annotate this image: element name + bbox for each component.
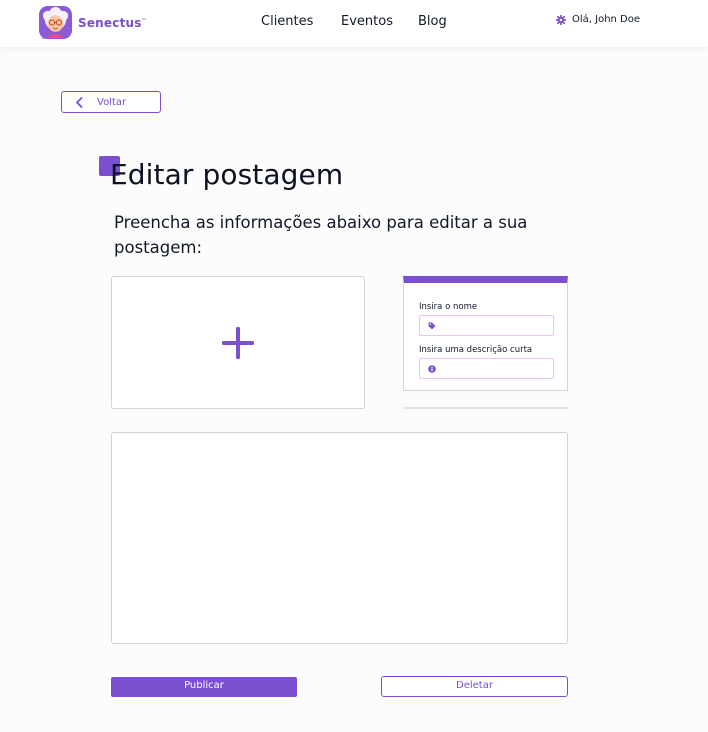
tag-icon <box>428 322 436 329</box>
back-button[interactable]: Voltar <box>61 91 161 113</box>
nav-link-blog[interactable]: Blog <box>418 14 447 29</box>
brand-logo[interactable]: Senectus™ <box>38 5 147 40</box>
elderly-woman-avatar-icon <box>38 5 73 40</box>
navbar: Senectus™ Clientes Eventos Blog Olá, Joh… <box>0 0 708 47</box>
name-input[interactable] <box>442 320 542 331</box>
description-field[interactable] <box>419 358 554 379</box>
page-title: Editar postagem <box>110 158 344 191</box>
name-field[interactable] <box>419 315 554 336</box>
post-content-textarea[interactable] <box>111 432 568 644</box>
card-divider <box>403 407 568 409</box>
post-info-card: Insira o nome Insira uma descrição curta <box>403 276 568 391</box>
info-icon <box>428 364 436 373</box>
nav-link-clientes[interactable]: Clientes <box>261 14 313 29</box>
plus-icon <box>222 326 254 359</box>
gear-icon <box>556 14 566 25</box>
greeting-text: Olá, John Doe <box>572 14 641 25</box>
trademark-mark: ™ <box>141 17 147 24</box>
description-field-label: Insira uma descrição curta <box>419 345 533 355</box>
user-greeting[interactable]: Olá, John Doe <box>556 14 640 25</box>
description-input[interactable] <box>442 363 542 374</box>
nav-link-eventos[interactable]: Eventos <box>341 14 393 29</box>
page-subtitle: Preencha as informações abaixo para edit… <box>114 213 528 257</box>
publish-button[interactable]: Publicar <box>111 677 297 697</box>
name-field-label: Insira o nome <box>419 302 478 312</box>
brand-name: Senectus <box>78 15 142 30</box>
image-upload-area[interactable] <box>111 276 365 409</box>
chevron-left-icon <box>76 96 83 108</box>
delete-button[interactable]: Deletar <box>381 676 568 697</box>
back-button-label: Voltar <box>97 96 127 108</box>
